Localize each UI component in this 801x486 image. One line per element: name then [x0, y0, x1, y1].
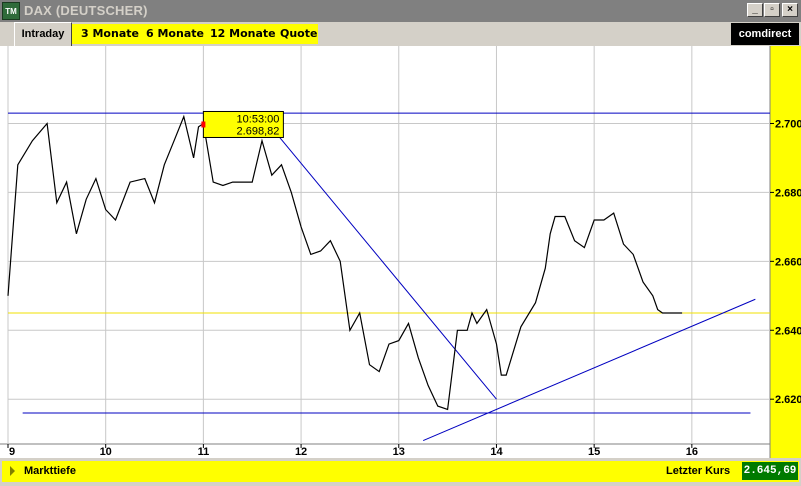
app-icon: TM	[2, 2, 20, 20]
y-tick-label: 2.640	[775, 325, 801, 337]
x-tick-label: 10	[100, 446, 112, 458]
y-tick-label: 2.620	[775, 394, 801, 406]
window-title: DAX (DEUTSCHER)	[24, 3, 148, 18]
tab-quote[interactable]: Quote	[280, 24, 317, 44]
uptrend-line	[422, 298, 756, 442]
chart-area[interactable]: 9 10 11 12 13 14 15 16 2.620 2.640 2.660 2.680 2.700…	[0, 46, 801, 458]
tab-6-monate[interactable]: 6 Monate	[146, 24, 204, 44]
cursor-marker	[201, 121, 206, 128]
tooltip-value: 2.698,82	[237, 125, 280, 137]
price-chart: 9 10 11 12 13 14 15 16 2.620 2.640 2.660 2.680 2.700…	[0, 46, 801, 458]
x-tick-label: 13	[393, 446, 405, 458]
comdirect-logo: comdirect	[731, 23, 799, 45]
restore-button[interactable]: ▫	[764, 3, 780, 17]
tab-12-monate[interactable]: 12 Monate	[210, 24, 276, 44]
tab-3-monate[interactable]: 3 Monate	[81, 24, 139, 44]
x-tick-label: 15	[588, 446, 600, 458]
y-tick-label: 2.700	[775, 118, 801, 130]
tab-intraday[interactable]: Intraday	[14, 22, 72, 46]
last-price-value: 2.645,69	[742, 462, 798, 480]
y-tick-label: 2.680	[775, 187, 801, 199]
minimize-button[interactable]: _	[747, 3, 763, 17]
price-line	[7, 114, 683, 411]
last-price-label: Letzter Kurs	[666, 465, 731, 477]
x-tick-label: 12	[295, 446, 307, 458]
arrow-right-icon	[10, 466, 15, 476]
tooltip-time: 10:53:00	[237, 113, 280, 125]
x-tick-label: 16	[686, 446, 698, 458]
y-tick-label: 2.660	[775, 256, 801, 268]
downtrend-line	[276, 133, 497, 400]
title-bar: TM DAX (DEUTSCHER) _ ▫ ×	[0, 0, 801, 22]
markttiefe-button[interactable]: Markttiefe	[24, 463, 76, 480]
x-tick-label: 14	[490, 446, 503, 458]
x-tick-label: 9	[9, 446, 15, 458]
x-tick-label: 11	[198, 446, 210, 458]
close-button[interactable]: ×	[782, 3, 798, 17]
